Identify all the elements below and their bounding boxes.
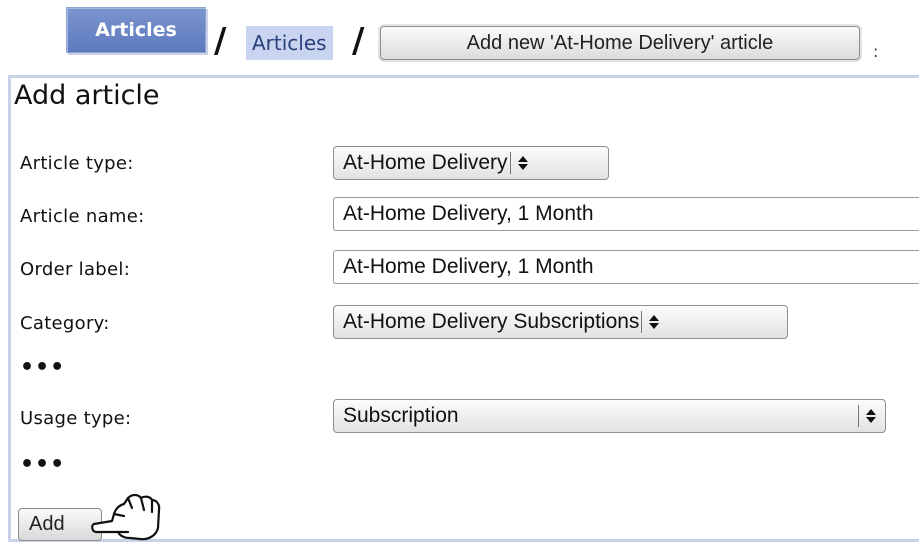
breadcrumb-trail-colon: :	[873, 42, 879, 61]
article-type-value: At-Home Delivery	[343, 151, 508, 174]
select-divider	[509, 152, 511, 174]
category-select[interactable]: At-Home Delivery Subscriptions	[333, 305, 788, 339]
article-name-label: Article name:	[20, 206, 145, 227]
order-label-label: Order label:	[20, 259, 131, 280]
usage-type-value: Subscription	[343, 404, 459, 427]
articles-breadcrumb-link[interactable]: Articles	[246, 26, 333, 60]
add-new-article-button[interactable]: Add new 'At-Home Delivery' article	[380, 26, 860, 60]
form-title: Add article	[14, 80, 160, 111]
article-type-select[interactable]: At-Home Delivery	[333, 146, 609, 180]
article-type-label: Article type:	[20, 153, 134, 174]
usage-type-select[interactable]: Subscription	[333, 399, 886, 433]
usage-type-label: Usage type:	[20, 408, 132, 429]
breadcrumb-separator: /	[214, 21, 227, 61]
category-label: Category:	[20, 313, 110, 334]
updown-arrows-icon	[648, 314, 660, 330]
breadcrumb-separator: /	[352, 21, 365, 61]
order-label-input[interactable]: At-Home Delivery, 1 Month	[333, 250, 919, 284]
omitted-fields-ellipsis: •••	[20, 452, 66, 477]
articles-breadcrumb-button[interactable]: Articles	[66, 7, 206, 53]
omitted-fields-ellipsis: •••	[20, 355, 66, 380]
article-name-input[interactable]: At-Home Delivery, 1 Month	[333, 197, 919, 231]
select-divider	[858, 405, 859, 427]
category-value: At-Home Delivery Subscriptions	[343, 310, 640, 333]
updown-arrows-icon	[517, 155, 529, 171]
pointing-hand-icon	[91, 493, 161, 541]
select-divider	[641, 311, 643, 333]
updown-arrows-icon	[865, 408, 877, 424]
